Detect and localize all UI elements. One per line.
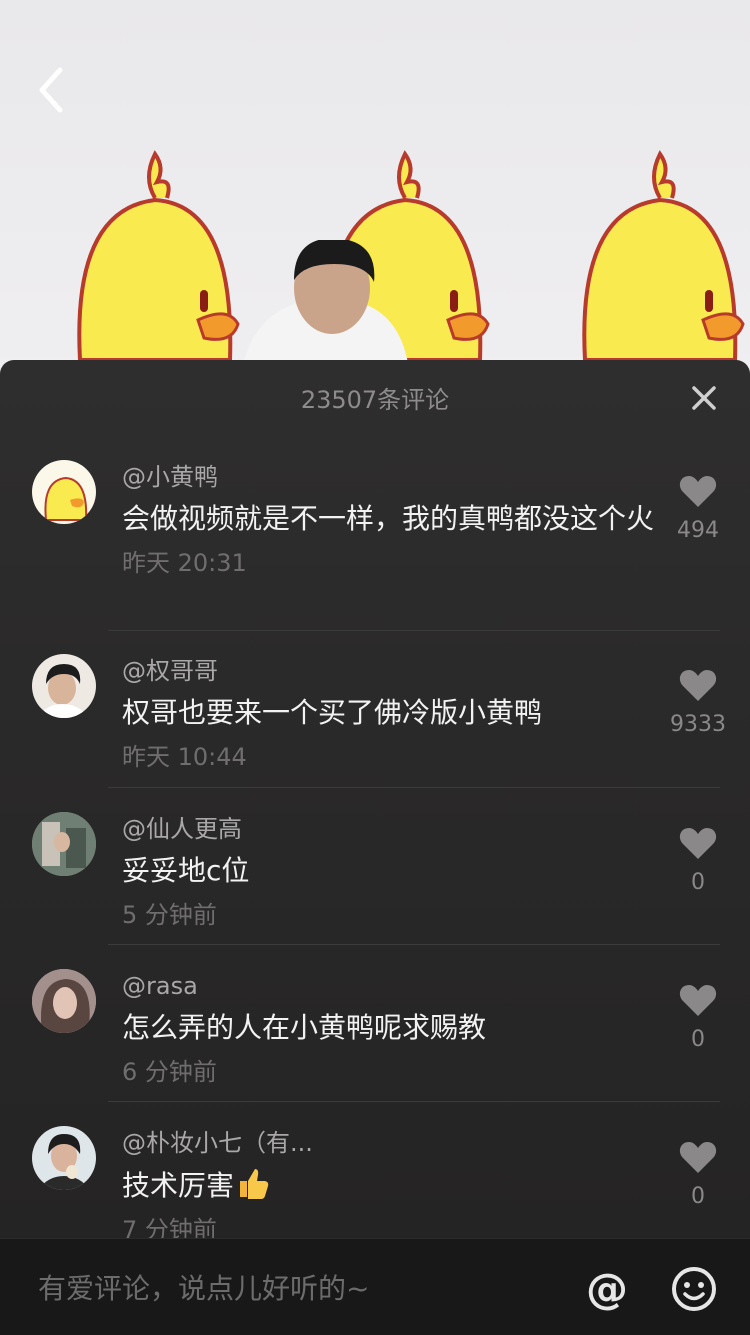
yellow-duck-figure (77, 150, 240, 362)
like-count: 494 (677, 518, 719, 543)
person-figure (240, 240, 410, 380)
avatar[interactable] (32, 654, 96, 718)
person-avatar-icon (38, 664, 88, 718)
comment-username[interactable]: @rasa (122, 971, 662, 1001)
person-avatar-icon (38, 1134, 90, 1190)
like-control[interactable]: 494 (666, 474, 730, 543)
comment-text: 技术厉害 (122, 1166, 662, 1205)
comment-text: 妥妥地c位 (122, 854, 250, 887)
mention-button[interactable]: @ (583, 1265, 631, 1313)
like-count: 9333 (670, 712, 726, 737)
avatar[interactable] (32, 1126, 96, 1190)
duck-avatar-icon (44, 476, 88, 521)
comment-text: 权哥也要来一个买了佛冷版小黄鸭 (122, 696, 543, 729)
comment-time: 昨天 20:31 (122, 549, 247, 577)
heart-icon[interactable] (679, 983, 717, 1017)
woman-avatar-icon (32, 969, 96, 1033)
comment-time: 5 分钟前 (122, 901, 217, 929)
like-control[interactable]: 9333 (666, 668, 730, 737)
comment-username[interactable]: @小黄鸭 (122, 462, 662, 492)
comment-username[interactable]: @仙人更高 (122, 814, 662, 844)
comment-text: 怎么弄的人在小黄鸭呢求赐教 (122, 1011, 487, 1044)
comment-input-bar: @ (0, 1238, 750, 1335)
yellow-duck-figure (582, 150, 745, 362)
comment-time: 6 分钟前 (122, 1058, 217, 1086)
avatar[interactable] (32, 969, 96, 1033)
comment-sheet: 23507条评论 @小黄鸭 会做视频就是不一样，我的真鸭都没这个火 昨天 20:… (0, 360, 750, 1334)
thumbs-up-emoji-icon (240, 1169, 269, 1199)
heart-icon[interactable] (679, 668, 717, 702)
like-control[interactable]: 0 (666, 1140, 730, 1209)
comment-text: 会做视频就是不一样，我的真鸭都没这个火 (122, 502, 655, 535)
divider (108, 630, 720, 631)
comment-time: 昨天 10:44 (122, 743, 247, 771)
comment-username[interactable]: @朴妆小七（有... (122, 1128, 662, 1158)
like-count: 0 (691, 870, 705, 895)
comment-input[interactable] (36, 1267, 560, 1309)
divider (108, 787, 720, 788)
divider (108, 1101, 720, 1102)
like-count: 0 (691, 1027, 705, 1052)
like-control[interactable]: 0 (666, 826, 730, 895)
video-preview[interactable] (0, 0, 750, 380)
photo-avatar-icon (32, 812, 96, 876)
divider (108, 944, 720, 945)
close-icon[interactable] (688, 382, 720, 414)
comment-username[interactable]: @权哥哥 (122, 656, 662, 686)
back-arrow-icon[interactable] (30, 62, 78, 118)
heart-icon[interactable] (679, 826, 717, 860)
avatar[interactable] (32, 460, 96, 524)
comment-text-content: 技术厉害 (122, 1169, 235, 1202)
avatar[interactable] (32, 812, 96, 876)
like-control[interactable]: 0 (666, 983, 730, 1052)
comment-count-title: 23507条评论 (300, 386, 450, 414)
emoji-icon[interactable] (670, 1265, 718, 1313)
heart-icon[interactable] (679, 1140, 717, 1174)
like-count: 0 (691, 1184, 705, 1209)
heart-icon[interactable] (679, 474, 717, 508)
